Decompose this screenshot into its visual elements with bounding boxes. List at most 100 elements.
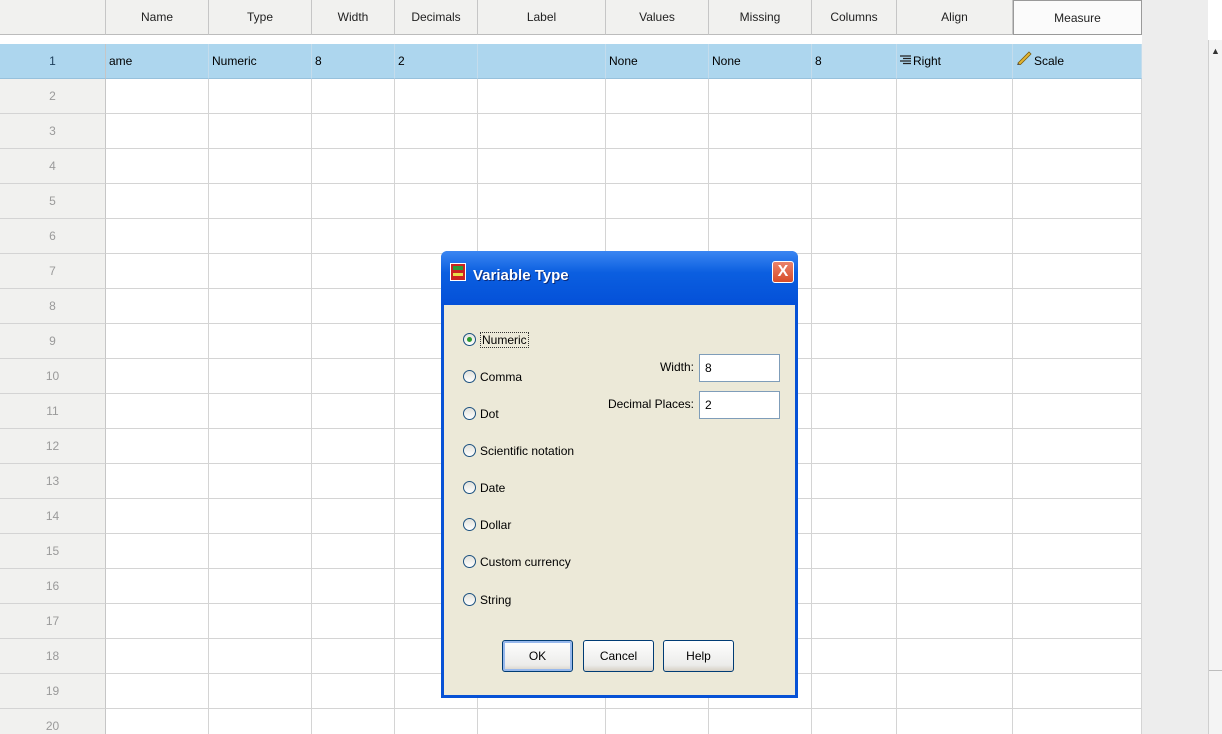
- row-number[interactable]: 4: [0, 149, 106, 184]
- variable-row[interactable]: 2: [0, 79, 1142, 114]
- col-header-values[interactable]: Values: [606, 0, 709, 35]
- row-number[interactable]: 7: [0, 254, 106, 289]
- row-number[interactable]: 3: [0, 114, 106, 149]
- grid-cell[interactable]: [106, 79, 209, 114]
- col-header-decimals[interactable]: Decimals: [395, 0, 478, 35]
- grid-cell[interactable]: [106, 184, 209, 219]
- grid-cell[interactable]: [209, 359, 312, 394]
- grid-cell[interactable]: [106, 359, 209, 394]
- grid-cell[interactable]: [106, 709, 209, 734]
- row-number[interactable]: 20: [0, 709, 106, 734]
- row-number[interactable]: 18: [0, 639, 106, 674]
- radio-numeric[interactable]: Numeric: [463, 329, 529, 349]
- grid-cell[interactable]: [812, 639, 897, 674]
- row-number[interactable]: 19: [0, 674, 106, 709]
- col-header-align[interactable]: Align: [897, 0, 1013, 35]
- col-header-measure[interactable]: Measure: [1013, 0, 1142, 35]
- grid-cell[interactable]: [395, 149, 478, 184]
- grid-cell[interactable]: [106, 569, 209, 604]
- grid-cell[interactable]: [812, 79, 897, 114]
- grid-cell[interactable]: [312, 464, 395, 499]
- grid-cell[interactable]: [106, 464, 209, 499]
- grid-cell[interactable]: [897, 604, 1013, 639]
- grid-cell[interactable]: [1013, 464, 1142, 499]
- radio-custom-currency[interactable]: Custom currency: [463, 551, 571, 571]
- grid-cell[interactable]: [709, 219, 812, 254]
- grid-cell[interactable]: [106, 149, 209, 184]
- grid-cell[interactable]: [897, 534, 1013, 569]
- grid-cell[interactable]: [812, 464, 897, 499]
- grid-cell[interactable]: [812, 359, 897, 394]
- radio-comma[interactable]: Comma: [463, 366, 522, 386]
- variable-row[interactable]: 6: [0, 219, 1142, 254]
- grid-cell[interactable]: [209, 79, 312, 114]
- grid-cell[interactable]: [897, 709, 1013, 734]
- grid-cell[interactable]: [709, 149, 812, 184]
- grid-cell[interactable]: [709, 79, 812, 114]
- cell-decimals[interactable]: 2: [395, 44, 478, 79]
- ok-button[interactable]: OK: [502, 640, 573, 672]
- grid-cell[interactable]: [812, 394, 897, 429]
- grid-cell[interactable]: [209, 604, 312, 639]
- row-number[interactable]: 15: [0, 534, 106, 569]
- grid-cell[interactable]: [1013, 604, 1142, 639]
- cell-type[interactable]: Numeric: [209, 44, 312, 79]
- grid-cell[interactable]: [312, 499, 395, 534]
- row-number[interactable]: 13: [0, 464, 106, 499]
- cell-values[interactable]: None: [606, 44, 709, 79]
- row-number[interactable]: 8: [0, 289, 106, 324]
- grid-cell[interactable]: [209, 219, 312, 254]
- cell-align[interactable]: Right: [897, 44, 1013, 79]
- grid-cell[interactable]: [478, 114, 606, 149]
- grid-cell[interactable]: [1013, 184, 1142, 219]
- grid-cell[interactable]: [312, 184, 395, 219]
- grid-cell[interactable]: [478, 219, 606, 254]
- grid-cell[interactable]: [395, 709, 478, 734]
- grid-cell[interactable]: [897, 569, 1013, 604]
- grid-cell[interactable]: [478, 79, 606, 114]
- grid-cell[interactable]: [209, 149, 312, 184]
- grid-cell[interactable]: [312, 604, 395, 639]
- grid-cell[interactable]: [106, 429, 209, 464]
- grid-cell[interactable]: [209, 114, 312, 149]
- grid-cell[interactable]: [812, 429, 897, 464]
- grid-cell[interactable]: [395, 184, 478, 219]
- grid-cell[interactable]: [897, 324, 1013, 359]
- grid-cell[interactable]: [897, 639, 1013, 674]
- col-header-label[interactable]: Label: [478, 0, 606, 35]
- grid-cell[interactable]: [312, 114, 395, 149]
- grid-cell[interactable]: [209, 254, 312, 289]
- grid-cell[interactable]: [106, 639, 209, 674]
- cell-width[interactable]: 8: [312, 44, 395, 79]
- col-header-missing[interactable]: Missing: [709, 0, 812, 35]
- grid-cell[interactable]: [1013, 674, 1142, 709]
- grid-cell[interactable]: [606, 219, 709, 254]
- grid-cell[interactable]: [812, 149, 897, 184]
- grid-cell[interactable]: [395, 219, 478, 254]
- grid-cell[interactable]: [312, 289, 395, 324]
- grid-cell[interactable]: [812, 254, 897, 289]
- grid-cell[interactable]: [106, 604, 209, 639]
- grid-cell[interactable]: [897, 394, 1013, 429]
- grid-cell[interactable]: [812, 499, 897, 534]
- row-number[interactable]: 2: [0, 79, 106, 114]
- grid-cell[interactable]: [1013, 534, 1142, 569]
- grid-cell[interactable]: [209, 429, 312, 464]
- variable-row[interactable]: 20: [0, 709, 1142, 734]
- grid-cell[interactable]: [209, 499, 312, 534]
- col-header-name[interactable]: Name: [106, 0, 209, 35]
- grid-cell[interactable]: [209, 394, 312, 429]
- grid-cell[interactable]: [106, 254, 209, 289]
- grid-cell[interactable]: [395, 114, 478, 149]
- dialog-titlebar[interactable]: Variable Type X: [441, 251, 798, 305]
- radio-dot[interactable]: Dot: [463, 403, 499, 423]
- grid-cell[interactable]: [812, 534, 897, 569]
- grid-cell[interactable]: [606, 79, 709, 114]
- grid-cell[interactable]: [209, 709, 312, 734]
- radio-string[interactable]: String: [463, 589, 511, 609]
- row-number[interactable]: 5: [0, 184, 106, 219]
- grid-cell[interactable]: [1013, 394, 1142, 429]
- grid-cell[interactable]: [312, 429, 395, 464]
- grid-cell[interactable]: [812, 184, 897, 219]
- grid-cell[interactable]: [312, 149, 395, 184]
